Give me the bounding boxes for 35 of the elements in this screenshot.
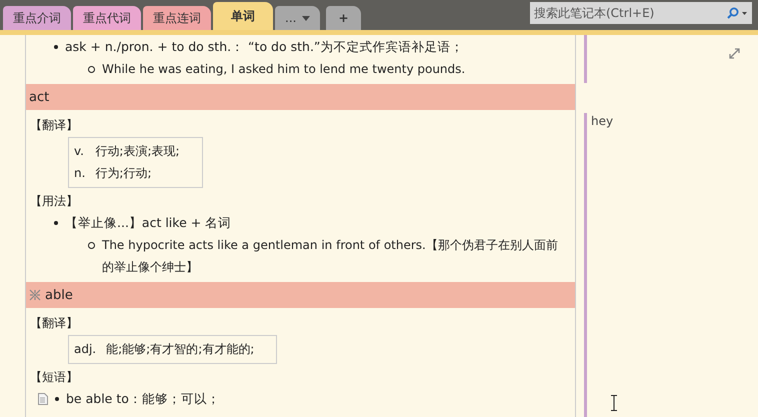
example-sentence: The hypocrite acts like a gentleman in front of others.【那个伪君子在别人面前的举止像个绅士】 [102, 237, 559, 276]
definition-text: 行动;表演;表现; [95, 143, 180, 160]
section-tab[interactable]: 重点介词 [3, 6, 71, 30]
search-field[interactable]: 搜索此笔记本(Ctrl+E) [530, 2, 752, 24]
more-tabs-button[interactable]: ... [275, 6, 320, 30]
section-label: 【用法】 [30, 193, 78, 210]
part-of-speech: adj. [74, 341, 96, 358]
word-title: able [45, 288, 73, 302]
example-sentence: While he was eating, I asked him to lend me twenty pounds. [102, 61, 466, 78]
section-tab[interactable]: 重点连词 [143, 6, 211, 30]
text-cursor-icon [610, 395, 618, 411]
note-bar [584, 35, 587, 83]
definition-text: 行为;行动; [95, 165, 153, 182]
bullet-icon [55, 397, 59, 401]
note-text: 【举止像...】act like + 名词 [65, 214, 232, 232]
word-title: act [29, 90, 50, 104]
section-label: 【翻译】 [30, 117, 78, 134]
note-text: be able to：能够；可以； [66, 390, 220, 408]
caret-icon [302, 16, 310, 20]
section-label: 【翻译】 [30, 315, 78, 332]
section-tab[interactable]: 单词 [213, 2, 273, 30]
bullet-icon [88, 66, 95, 73]
search-icon [726, 7, 748, 19]
bullet-icon [54, 45, 58, 49]
side-note-text: hey [591, 114, 614, 128]
bullet-icon [54, 221, 58, 225]
definition-text: 能;能够;有才智的;有才能的; [106, 341, 254, 358]
new-section-button[interactable]: + [326, 6, 361, 30]
section-label: 【短语】 [30, 369, 78, 386]
section-tab[interactable]: 重点代词 [73, 6, 141, 30]
bullet-icon [88, 242, 95, 249]
part-of-speech: v. [74, 143, 85, 160]
note-text: ask + n./pron. + to do sth.： “to do sth.”为不定式作宾语补足语； [65, 38, 464, 56]
part-of-speech: n. [74, 165, 86, 182]
expand-icon[interactable] [729, 48, 740, 59]
